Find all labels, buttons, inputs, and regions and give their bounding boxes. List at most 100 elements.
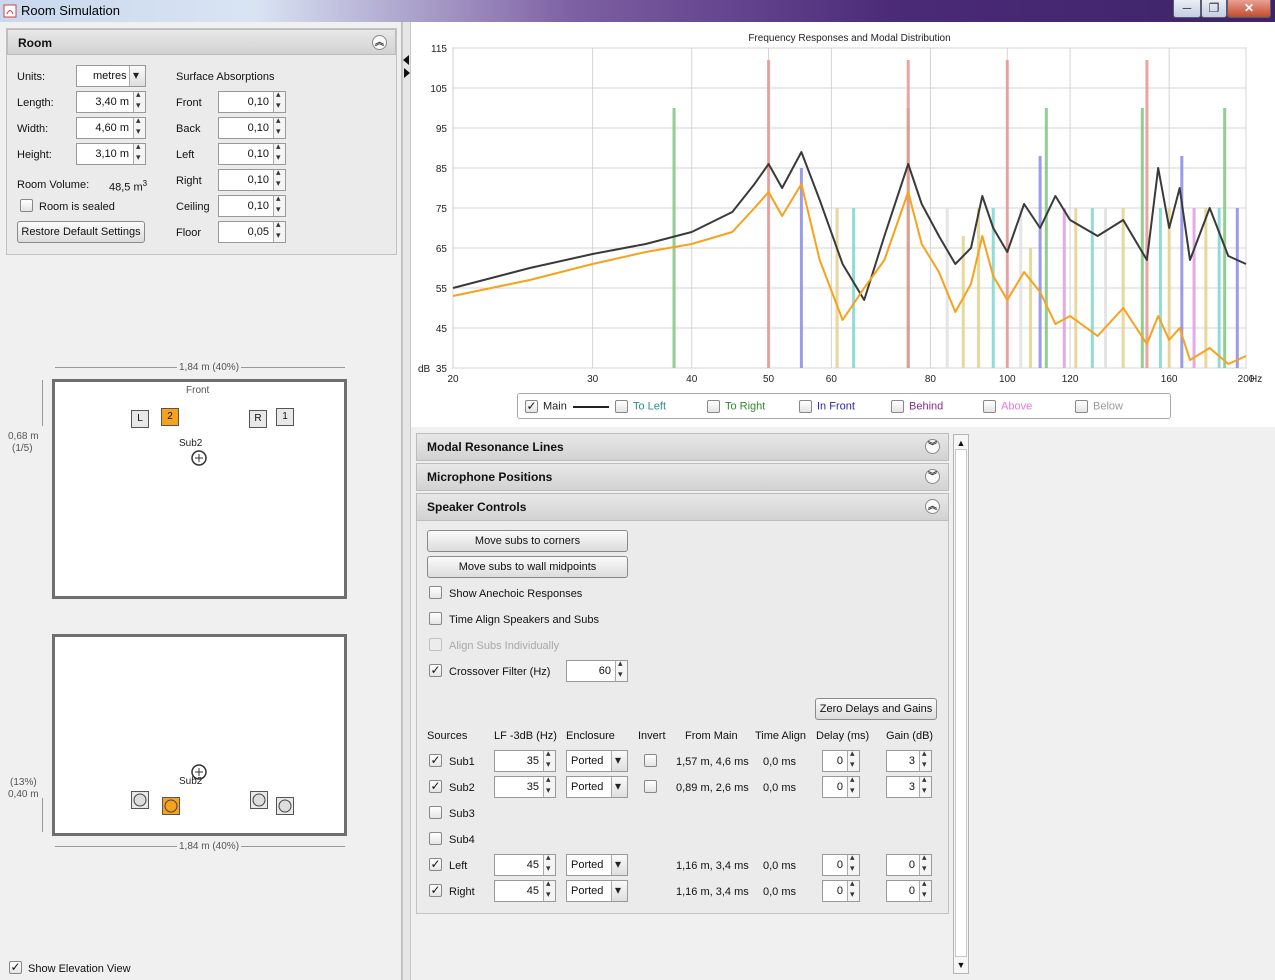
divider-arrows-icon[interactable]: [403, 55, 410, 79]
source-sub4-checkbox[interactable]: [429, 832, 442, 845]
height-spinner[interactable]: 3,10 m: [76, 141, 146, 165]
spinner-arrows-icon[interactable]: [543, 852, 555, 875]
surface-ceiling-spinner[interactable]: 0,10: [218, 193, 286, 217]
microphone-crosshair-icon[interactable]: [190, 449, 208, 467]
move-subs-midpoints-button[interactable]: Move subs to wall midpoints: [427, 556, 628, 578]
spinner-arrows-icon[interactable]: [273, 89, 285, 112]
gain-spinner[interactable]: 3: [886, 774, 932, 798]
spinner-arrows-icon[interactable]: [273, 193, 285, 216]
sub2-side-marker[interactable]: [162, 797, 180, 815]
source-sub1-checkbox[interactable]: ✓: [429, 754, 442, 767]
show-elevation-checkbox[interactable]: ✓: [9, 961, 22, 974]
sub1-side-marker[interactable]: [276, 797, 294, 815]
scroll-down-icon[interactable]: ▼: [955, 959, 967, 971]
speaker-left[interactable]: L: [131, 410, 149, 428]
legend-checkbox[interactable]: [983, 400, 996, 413]
legend-checkbox[interactable]: ✓: [525, 400, 538, 413]
units-combo[interactable]: metres: [76, 65, 146, 87]
legend-checkbox[interactable]: [891, 400, 904, 413]
invert-checkbox[interactable]: [644, 780, 657, 793]
scroll-up-icon[interactable]: ▲: [955, 437, 967, 449]
legend-item-in-front[interactable]: In Front: [799, 400, 855, 413]
spinner-arrows-icon[interactable]: [133, 89, 145, 112]
zero-delays-button[interactable]: Zero Delays and Gains: [815, 698, 937, 720]
lf-spinner[interactable]: 35: [494, 748, 556, 772]
source-sub2-checkbox[interactable]: ✓: [429, 780, 442, 793]
enclosure-combo[interactable]: Ported: [566, 880, 628, 902]
crossover-checkbox[interactable]: ✓: [429, 664, 442, 677]
spinner-arrows-icon[interactable]: [919, 878, 931, 901]
chevron-down-icon[interactable]: [129, 66, 145, 86]
delay-spinner[interactable]: 0: [822, 878, 860, 902]
enclosure-combo[interactable]: Ported: [566, 776, 628, 798]
crossover-spinner[interactable]: 60: [566, 658, 628, 682]
spinner-arrows-icon[interactable]: [847, 852, 859, 875]
surface-front-spinner[interactable]: 0,10: [218, 89, 286, 113]
split-divider[interactable]: [402, 22, 411, 980]
legend-checkbox[interactable]: [1075, 400, 1088, 413]
invert-checkbox[interactable]: [644, 754, 657, 767]
chevron-down-icon[interactable]: [611, 881, 627, 901]
collapse-up-icon[interactable]: ︽: [925, 499, 940, 514]
spinner-arrows-icon[interactable]: [543, 774, 555, 797]
chevron-down-icon[interactable]: [611, 855, 627, 875]
width-spinner[interactable]: 4,60 m: [76, 115, 146, 139]
legend-checkbox[interactable]: [615, 400, 628, 413]
length-spinner[interactable]: 3,40 m: [76, 89, 146, 113]
lf-spinner[interactable]: 45: [494, 852, 556, 876]
chevron-down-icon[interactable]: [611, 777, 627, 797]
delay-spinner[interactable]: 0: [822, 748, 860, 772]
legend-item-above[interactable]: Above: [983, 400, 1032, 413]
frequency-response-chart[interactable]: 20 30 40 50 60 80 100 120 160 2003545556575859510…: [411, 22, 1275, 392]
legend-item-to-left[interactable]: To Left: [615, 400, 666, 413]
surface-back-spinner[interactable]: 0,10: [218, 115, 286, 139]
legend-checkbox[interactable]: [707, 400, 720, 413]
lf-spinner[interactable]: 35: [494, 774, 556, 798]
gain-spinner[interactable]: 0: [886, 878, 932, 902]
room-plan-side[interactable]: [52, 634, 347, 836]
spinner-arrows-icon[interactable]: [133, 141, 145, 164]
legend-item-to-right[interactable]: To Right: [707, 400, 765, 413]
spinner-arrows-icon[interactable]: [273, 219, 285, 242]
legend-item-below[interactable]: Below: [1075, 400, 1123, 413]
enclosure-combo[interactable]: Ported: [566, 750, 628, 772]
legend-checkbox[interactable]: [799, 400, 812, 413]
spinner-arrows-icon[interactable]: [273, 167, 285, 190]
sub1-marker[interactable]: 1: [276, 408, 294, 426]
speaker-left-side[interactable]: [131, 791, 149, 809]
room-panel-header[interactable]: Room ︽: [7, 29, 396, 55]
legend-item-behind[interactable]: Behind: [891, 400, 943, 413]
spinner-arrows-icon[interactable]: [133, 115, 145, 138]
maximize-button[interactable]: ❐: [1201, 0, 1227, 18]
gain-spinner[interactable]: 3: [886, 748, 932, 772]
sub2-marker[interactable]: 2: [161, 408, 179, 426]
move-subs-corners-button[interactable]: Move subs to corners: [427, 530, 628, 552]
room-sealed-checkbox[interactable]: [20, 199, 33, 212]
spinner-arrows-icon[interactable]: [543, 748, 555, 771]
show-anechoic-checkbox[interactable]: [429, 586, 442, 599]
spinner-arrows-icon[interactable]: [847, 878, 859, 901]
close-button[interactable]: ✕: [1227, 0, 1271, 18]
scroll-thumb[interactable]: [955, 449, 967, 957]
restore-defaults-button[interactable]: Restore Default Settings: [17, 221, 145, 243]
spinner-arrows-icon[interactable]: [919, 748, 931, 771]
vertical-scrollbar[interactable]: ▲ ▼: [953, 434, 969, 974]
gain-spinner[interactable]: 0: [886, 852, 932, 876]
expand-down-icon[interactable]: ︾: [925, 439, 940, 454]
mic-positions-header[interactable]: Microphone Positions ︾: [416, 463, 949, 491]
delay-spinner[interactable]: 0: [822, 852, 860, 876]
speaker-right-side[interactable]: [250, 791, 268, 809]
spinner-arrows-icon[interactable]: [847, 774, 859, 797]
legend-item-main[interactable]: ✓ Main: [525, 400, 609, 413]
spinner-arrows-icon[interactable]: [273, 115, 285, 138]
delay-spinner[interactable]: 0: [822, 774, 860, 798]
spinner-arrows-icon[interactable]: [919, 774, 931, 797]
surface-floor-spinner[interactable]: 0,05: [218, 219, 286, 243]
surface-left-spinner[interactable]: 0,10: [218, 141, 286, 165]
source-right-checkbox[interactable]: ✓: [429, 884, 442, 897]
chevron-down-icon[interactable]: [611, 751, 627, 771]
source-sub3-checkbox[interactable]: [429, 806, 442, 819]
expand-down-icon[interactable]: ︾: [925, 469, 940, 484]
modal-lines-header[interactable]: Modal Resonance Lines ︾: [416, 433, 949, 461]
spinner-arrows-icon[interactable]: [543, 878, 555, 901]
